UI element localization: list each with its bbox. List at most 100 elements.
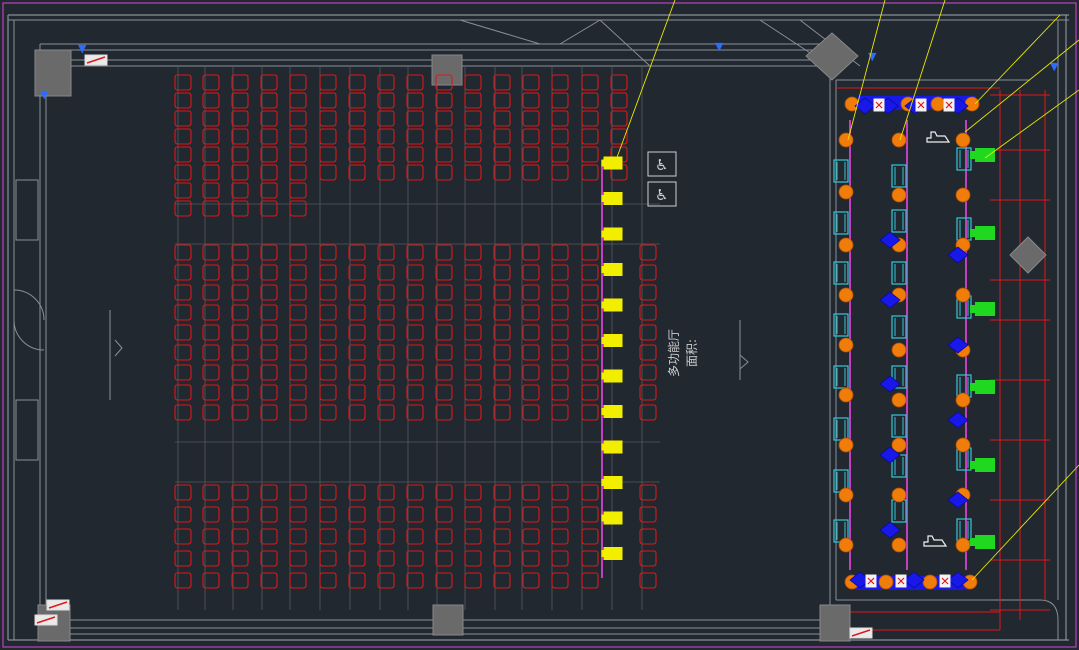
audience-seat — [231, 572, 249, 589]
banquet-chair — [891, 487, 907, 503]
banquet-table — [891, 209, 907, 233]
audience-seat — [522, 572, 540, 589]
audience-seat — [464, 284, 482, 301]
accessible-seat-arm — [601, 337, 607, 344]
audience-seat — [551, 572, 569, 589]
audience-seat — [260, 200, 278, 217]
audience-seat — [406, 164, 424, 181]
audience-seat — [464, 92, 482, 109]
audience-seat — [348, 74, 366, 91]
audience-seat — [464, 528, 482, 545]
banquet-chair — [838, 337, 854, 353]
audience-seat — [464, 572, 482, 589]
banquet-table-unit — [891, 209, 907, 233]
audience-seat — [231, 364, 249, 381]
audience-seat — [435, 92, 453, 109]
banquet-table-unit — [956, 217, 972, 241]
audience-seat — [260, 506, 278, 523]
banquet-chair — [891, 342, 907, 358]
audience-seat — [639, 304, 657, 321]
audience-seat — [289, 528, 307, 545]
audience-seat — [464, 74, 482, 91]
accessible-seat — [603, 440, 623, 454]
audience-seat — [174, 384, 192, 401]
banquet-table-unit — [891, 261, 907, 285]
audience-seat — [231, 182, 249, 199]
audience-seat — [639, 264, 657, 281]
audience-seat — [435, 364, 453, 381]
audience-seat — [551, 550, 569, 567]
accessible-seat — [603, 511, 623, 525]
column-icon — [819, 604, 851, 642]
grid-marker: ▼ — [78, 42, 87, 55]
section-arrow-icon — [739, 354, 749, 370]
audience-seat — [435, 128, 453, 145]
accessible-seat-arm — [601, 372, 607, 380]
delegate-chair — [879, 375, 901, 393]
banquet-chair — [878, 574, 894, 590]
audience-seat — [406, 384, 424, 401]
leader-line — [964, 39, 1079, 133]
accessible-seat-arm — [601, 408, 607, 415]
audience-seat — [464, 506, 482, 523]
audience-seat — [174, 484, 192, 501]
audience-seat — [493, 146, 511, 163]
audience-seat — [581, 384, 599, 401]
banquet-chair — [891, 187, 907, 203]
left-window — [15, 399, 39, 461]
audience-seat — [319, 244, 337, 261]
audience-seat — [348, 264, 366, 281]
audience-seat — [610, 74, 628, 91]
audience-seat — [406, 264, 424, 281]
audience-seat — [319, 528, 337, 545]
audience-seat — [260, 284, 278, 301]
audience-seat — [435, 264, 453, 281]
leader-line — [899, 0, 946, 141]
audience-seat — [406, 528, 424, 545]
banquet-table — [956, 147, 972, 171]
side-table-body — [975, 458, 995, 472]
banquet-chair — [838, 537, 854, 553]
audience-seat — [522, 484, 540, 501]
leader-line — [615, 0, 676, 161]
audience-seat — [260, 182, 278, 199]
side-table — [970, 535, 995, 549]
audience-seat — [522, 128, 540, 145]
banquet-chair — [955, 437, 971, 453]
audience-seat — [174, 528, 192, 545]
audience-seat — [348, 146, 366, 163]
banquet-chair — [955, 132, 971, 148]
audience-seat — [581, 484, 599, 501]
audience-seat — [581, 110, 599, 127]
document-icon — [915, 98, 927, 112]
audience-seat — [231, 110, 249, 127]
audience-seat — [231, 324, 249, 341]
audience-seat — [406, 146, 424, 163]
audience-seat — [260, 324, 278, 341]
audience-seat — [435, 146, 453, 163]
side-table-body — [975, 380, 995, 394]
accessible-seat-arm — [601, 195, 607, 202]
audience-seat — [348, 572, 366, 589]
audience-seat — [289, 384, 307, 401]
audience-seat — [522, 74, 540, 91]
audience-seat — [406, 344, 424, 361]
side-table — [970, 380, 995, 394]
audience-seat — [260, 550, 278, 567]
audience-seat — [581, 344, 599, 361]
side-table — [970, 148, 995, 162]
audience-seat — [551, 244, 569, 261]
audience-seat — [231, 164, 249, 181]
accessible-seat — [603, 192, 623, 205]
audience-seat — [406, 572, 424, 589]
audience-seat — [522, 146, 540, 163]
audience-seat — [551, 364, 569, 381]
audience-seat — [435, 344, 453, 361]
audience-seat — [551, 264, 569, 281]
audience-seat — [348, 304, 366, 321]
audience-seat — [348, 164, 366, 181]
audience-seat — [581, 528, 599, 545]
audience-seat — [551, 146, 569, 163]
audience-seat — [174, 284, 192, 301]
audience-seat — [581, 364, 599, 381]
